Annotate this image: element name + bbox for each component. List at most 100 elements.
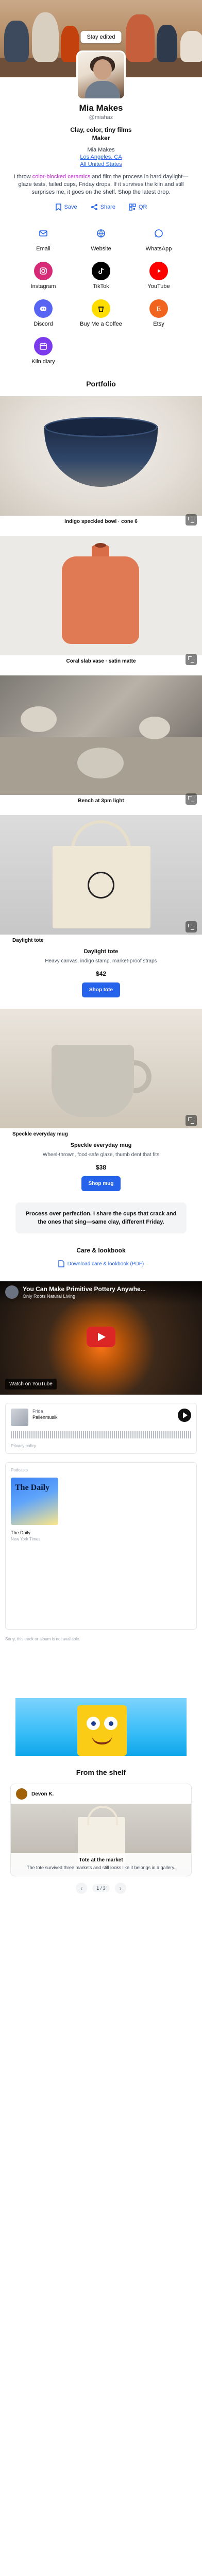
avatar [76,50,126,100]
product-price: $38 [95,1164,107,1171]
save-button[interactable]: Save [55,204,77,211]
portfolio-item[interactable]: Bench at 3pm light [0,675,202,807]
email-icon [34,224,53,243]
video-title[interactable]: You Can Make Primitive Pottery Anywhe... [23,1285,146,1293]
link-label: Buy Me a Coffee [80,321,122,327]
care-title: Care & lookbook [76,1247,126,1254]
cover-title: The Daily [15,1483,50,1492]
coffee-icon [92,299,110,318]
bio-text: I throw [13,174,32,180]
prev-icon[interactable]: ‹ [76,1883,88,1894]
link-discord[interactable]: Discord [14,299,72,328]
waveform[interactable] [11,1431,191,1438]
product-description: Wheel-thrown, food-safe glaze, thumb den… [42,1152,160,1158]
tote-image [0,815,202,935]
podcast-artwork [11,1409,28,1426]
globe-icon [92,224,110,243]
link-email[interactable]: Email [14,224,72,252]
share-button[interactable]: Share [91,204,115,211]
link-label: WhatsApp [145,246,172,252]
shop-mug-button[interactable]: Shop mug [81,1176,121,1191]
podcast-embed: Frida Palienmusik Privacy policy [5,1403,197,1454]
product-card: Speckle everyday mug Speckle everyday mu… [0,1009,202,1191]
svg-text:E: E [157,305,161,313]
qr-label: QR [138,204,147,210]
pot [126,14,155,62]
portfolio-caption: Coral slab vase · satin matte [66,658,136,664]
product-caption: Daylight tote [12,938,44,943]
link-tiktok[interactable]: TikTok [72,262,130,290]
link-label: Website [91,246,111,252]
link-grid: Email Website WhatsApp Instagram TikTok YouTu… [0,211,202,365]
share-icon [91,204,97,210]
gif-image [15,1698,187,1756]
link-instagram[interactable]: Instagram [14,262,72,290]
edit-cover-button[interactable]: Stay edited [80,31,122,43]
care-section: Care & lookbook Download care & lookbook… [0,1247,202,1270]
play-icon[interactable] [178,1409,191,1422]
instagram-icon [34,262,53,280]
tagline-line: Clay, color, tiny films [70,126,132,133]
profile-meta: Mia Makes Los Angeles, CA All United Sta… [10,146,192,168]
podcast-cover[interactable]: The Daily [11,1478,58,1525]
save-label: Save [64,204,77,210]
link-etsy[interactable]: E Etsy [130,299,188,328]
calendar-icon [34,337,53,355]
link-label: Kiln diary [31,359,55,365]
youtube-icon [149,262,168,280]
download-pdf-link[interactable]: Download care & lookbook (PDF) [58,1260,144,1267]
portfolio-caption: Bench at 3pm light [78,798,124,804]
share-label: Share [100,204,115,210]
product-caption: Speckle everyday mug [12,1131,68,1137]
link-whatsapp[interactable]: WhatsApp [130,224,188,252]
link-label: YouTube [147,283,170,290]
bench-image [0,675,202,795]
expand-icon[interactable] [186,654,197,665]
watch-on-youtube-button[interactable]: Watch on YouTube [5,1379,57,1389]
page: Stay edited Mia Makes @miahaz Clay, colo… [0,0,202,1894]
expand-icon[interactable] [186,921,197,933]
country-link[interactable]: All United States [10,161,192,168]
portfolio-item[interactable]: Indigo speckled bowl · cone 6 [0,396,202,528]
user-avatar [16,1788,27,1800]
link-website[interactable]: Website [72,224,130,252]
profile-tagline: Clay, color, tiny films Maker [10,126,192,142]
pot [32,12,59,62]
carousel-nav: ‹ 1 / 3 › [0,1883,202,1894]
post-description: The tote survived three markets and stil… [27,1865,175,1870]
link-youtube[interactable]: YouTube [130,262,188,290]
etsy-icon: E [149,299,168,318]
podcast-footer[interactable]: Privacy policy [11,1444,191,1448]
channel-avatar [5,1285,19,1299]
expand-icon[interactable] [186,793,197,805]
shelf-post[interactable]: Devon K. Tote at the market The tote sur… [10,1784,192,1876]
pot [157,25,177,62]
channel-name[interactable]: Only Roots Natural Living [23,1294,146,1299]
play-icon[interactable] [87,1327,115,1347]
product-title: Daylight tote [83,948,119,955]
profile: Mia Makes @miahaz Clay, color, tiny film… [0,50,202,211]
link-label: Discord [33,321,53,327]
youtube-embed[interactable]: You Can Make Primitive Pottery Anywhe...… [0,1281,202,1395]
product-info: Daylight tote Heavy canvas, indigo stamp… [0,946,202,997]
podcast-episode: Palienmusik [32,1415,58,1420]
expand-icon[interactable] [186,514,197,526]
link-buy-me-a-coffee[interactable]: Buy Me a Coffee [72,299,130,328]
portfolio-item[interactable]: Coral slab vase · satin matte [0,536,202,667]
sponge-character [77,1705,127,1756]
carousel-pager: 1 / 3 [92,1884,110,1892]
portfolio-title: Portfolio [86,380,116,388]
podcasts-label: Podcasts [11,1468,28,1472]
link-label: TikTok [93,283,109,290]
location-link[interactable]: Los Angeles, CA [10,154,192,161]
post-image: Tote at the market The tote survived thr… [11,1804,191,1876]
expand-icon[interactable] [186,1115,197,1126]
shop-tote-button[interactable]: Shop tote [81,982,121,997]
qr-button[interactable]: QR [129,204,147,211]
next-icon[interactable]: › [114,1883,126,1894]
product-info: Speckle everyday mug Wheel-thrown, food-… [0,1140,202,1191]
portfolio-caption: Indigo speckled bowl · cone 6 [64,519,138,524]
profile-handle: @miahaz [89,114,113,121]
episode-title: The Daily [11,1530,31,1535]
link-kiln-diary[interactable]: Kiln diary [14,337,72,365]
